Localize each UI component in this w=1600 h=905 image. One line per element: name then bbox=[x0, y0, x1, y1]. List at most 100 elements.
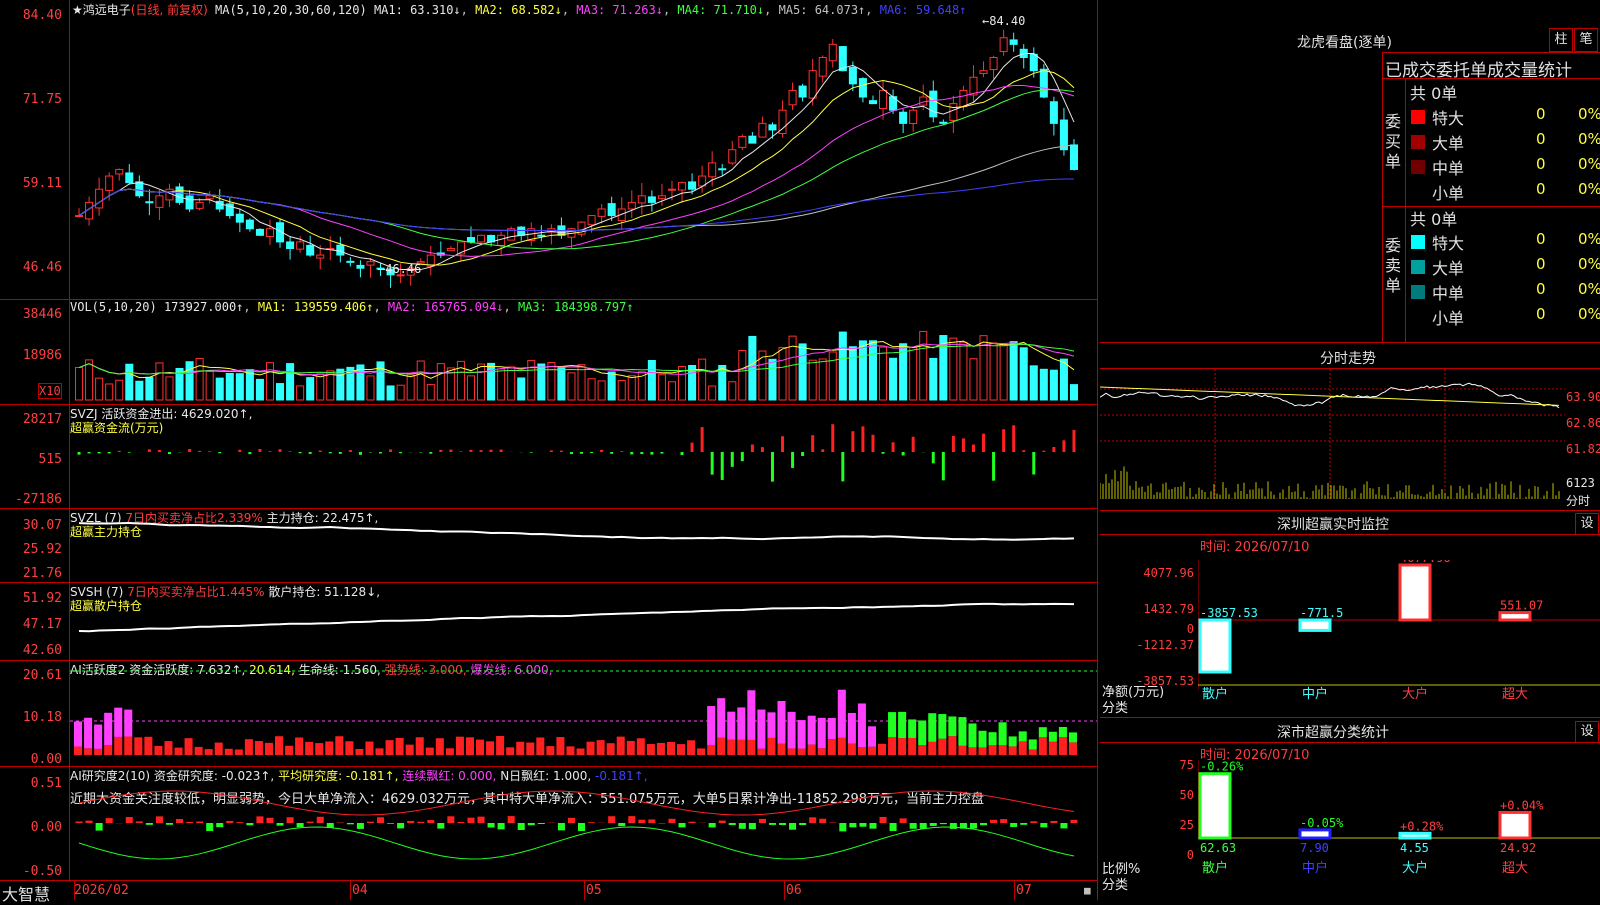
vol-unit: X10 bbox=[38, 383, 62, 399]
ai-research-chart[interactable] bbox=[70, 767, 1097, 880]
column-view-button[interactable]: 柱 bbox=[1549, 28, 1573, 52]
monitor-settings-button[interactable]: 设 bbox=[1575, 513, 1599, 535]
activity-bar bbox=[456, 737, 464, 755]
date-tick: 04 bbox=[352, 883, 368, 898]
candle-body bbox=[849, 68, 856, 84]
order-size-label: 大单 bbox=[1432, 130, 1464, 154]
svzl-chart[interactable] bbox=[70, 509, 1097, 582]
volume-bar bbox=[558, 368, 565, 400]
activity-bar bbox=[566, 746, 574, 755]
research-bar bbox=[277, 823, 284, 826]
activity-bar bbox=[788, 748, 796, 755]
research-bar bbox=[729, 823, 736, 825]
candle-body bbox=[719, 169, 726, 170]
candlestick-chart[interactable] bbox=[70, 14, 1097, 299]
volume-bar bbox=[266, 363, 273, 400]
order-pct: 0% bbox=[1578, 255, 1600, 273]
monitor-chart[interactable]: -3857.53散户-771.5中户4077.96大户551.07超大 bbox=[1198, 560, 1600, 720]
activity-bar bbox=[74, 721, 82, 746]
svsh-chart[interactable] bbox=[70, 583, 1097, 660]
activity-bar bbox=[124, 710, 132, 737]
research-bar bbox=[297, 823, 304, 827]
activity-bar bbox=[285, 746, 293, 755]
research-bar bbox=[86, 821, 93, 823]
order-count: 0 bbox=[1536, 280, 1546, 298]
classify-settings-button[interactable]: 设 bbox=[1575, 721, 1599, 743]
svzj-chart[interactable] bbox=[70, 405, 1097, 508]
research-bar bbox=[638, 820, 645, 823]
candle-body bbox=[1040, 69, 1047, 97]
activity-bar bbox=[546, 746, 554, 755]
order-size-label: 特大 bbox=[1432, 105, 1464, 129]
candle-body bbox=[297, 242, 304, 249]
activity-bar bbox=[898, 712, 906, 738]
activity-bar bbox=[154, 746, 162, 755]
research-bar bbox=[1060, 823, 1067, 828]
chart-area[interactable]: ★鸿远电子(日线, 前复权) MA(5,10,20,30,60,120) MA1… bbox=[0, 0, 1098, 900]
volume-bar bbox=[658, 375, 665, 400]
activity-bar bbox=[677, 744, 685, 755]
candle-body bbox=[156, 196, 163, 208]
activity-bar bbox=[1009, 736, 1017, 746]
tick-view-button[interactable]: 笔 bbox=[1574, 28, 1598, 52]
svsh-axis-label: 47.17 bbox=[2, 617, 62, 632]
classify-axis-label: 75 bbox=[1160, 758, 1194, 772]
classify-axis-label: 50 bbox=[1160, 788, 1194, 802]
research-bar bbox=[920, 823, 927, 829]
order-color-swatch bbox=[1411, 110, 1425, 124]
classify-bar bbox=[1300, 830, 1330, 838]
intraday-axis-label: 62.86 bbox=[1566, 416, 1600, 430]
volume-bar bbox=[256, 379, 263, 400]
research-bar bbox=[206, 823, 213, 831]
volume-bar bbox=[890, 358, 897, 400]
monitor-value: -3857.53 bbox=[1200, 606, 1258, 620]
volume-bar bbox=[417, 361, 424, 400]
classify-value: 4.55 bbox=[1400, 841, 1429, 855]
classify-chart[interactable]: -0.26%62.63散户-0.05%7.90中户+0.28%4.55大户+0.… bbox=[1198, 760, 1600, 900]
research-bar bbox=[990, 820, 997, 823]
candle-body bbox=[769, 125, 776, 130]
research-bar bbox=[900, 818, 907, 823]
order-count: 0 bbox=[1536, 255, 1546, 273]
activity-bar bbox=[908, 719, 916, 738]
monitor-category: 大户 bbox=[1402, 686, 1428, 702]
candle-body bbox=[256, 229, 263, 235]
lock-icon[interactable]: ■ bbox=[1084, 884, 1091, 897]
classify-change: +0.28% bbox=[1400, 819, 1444, 833]
volume-bar bbox=[799, 344, 806, 400]
activity-bar bbox=[858, 747, 866, 755]
research-bar bbox=[1020, 823, 1027, 825]
research-bar bbox=[176, 819, 183, 823]
candle-body bbox=[518, 227, 525, 235]
candle-body bbox=[1050, 102, 1057, 124]
research-bar bbox=[427, 820, 434, 823]
ai-active-axis-label: 10.18 bbox=[2, 710, 62, 725]
volume-bar bbox=[1030, 366, 1037, 400]
svzl-axis-label: 21.76 bbox=[2, 566, 62, 581]
research-bar bbox=[970, 823, 977, 828]
volume-bar bbox=[457, 361, 464, 400]
order-color-swatch bbox=[1411, 285, 1425, 299]
activity-bar bbox=[1039, 727, 1047, 737]
research-bar bbox=[1050, 821, 1057, 823]
activity-bar bbox=[84, 718, 92, 749]
activity-bar bbox=[607, 743, 615, 755]
research-bar bbox=[166, 823, 173, 825]
volume-chart[interactable] bbox=[70, 314, 1097, 404]
research-bar bbox=[76, 822, 83, 823]
activity-bar bbox=[1059, 727, 1067, 737]
volume-bar bbox=[297, 386, 304, 400]
ai-active-chart[interactable] bbox=[70, 661, 1097, 766]
volume-bar bbox=[226, 373, 233, 400]
volume-bar bbox=[146, 377, 153, 400]
activity-bar bbox=[798, 749, 806, 755]
activity-bar bbox=[808, 716, 816, 745]
divider bbox=[1382, 52, 1383, 342]
volume-bar bbox=[699, 359, 706, 400]
intraday-axis-label: 63.90 bbox=[1566, 390, 1600, 404]
volume-bar bbox=[96, 378, 103, 400]
volume-bar bbox=[548, 363, 555, 400]
activity-bar bbox=[1049, 742, 1057, 755]
intraday-chart[interactable] bbox=[1100, 369, 1565, 509]
ai-research-axis-label: -0.50 bbox=[2, 864, 62, 879]
